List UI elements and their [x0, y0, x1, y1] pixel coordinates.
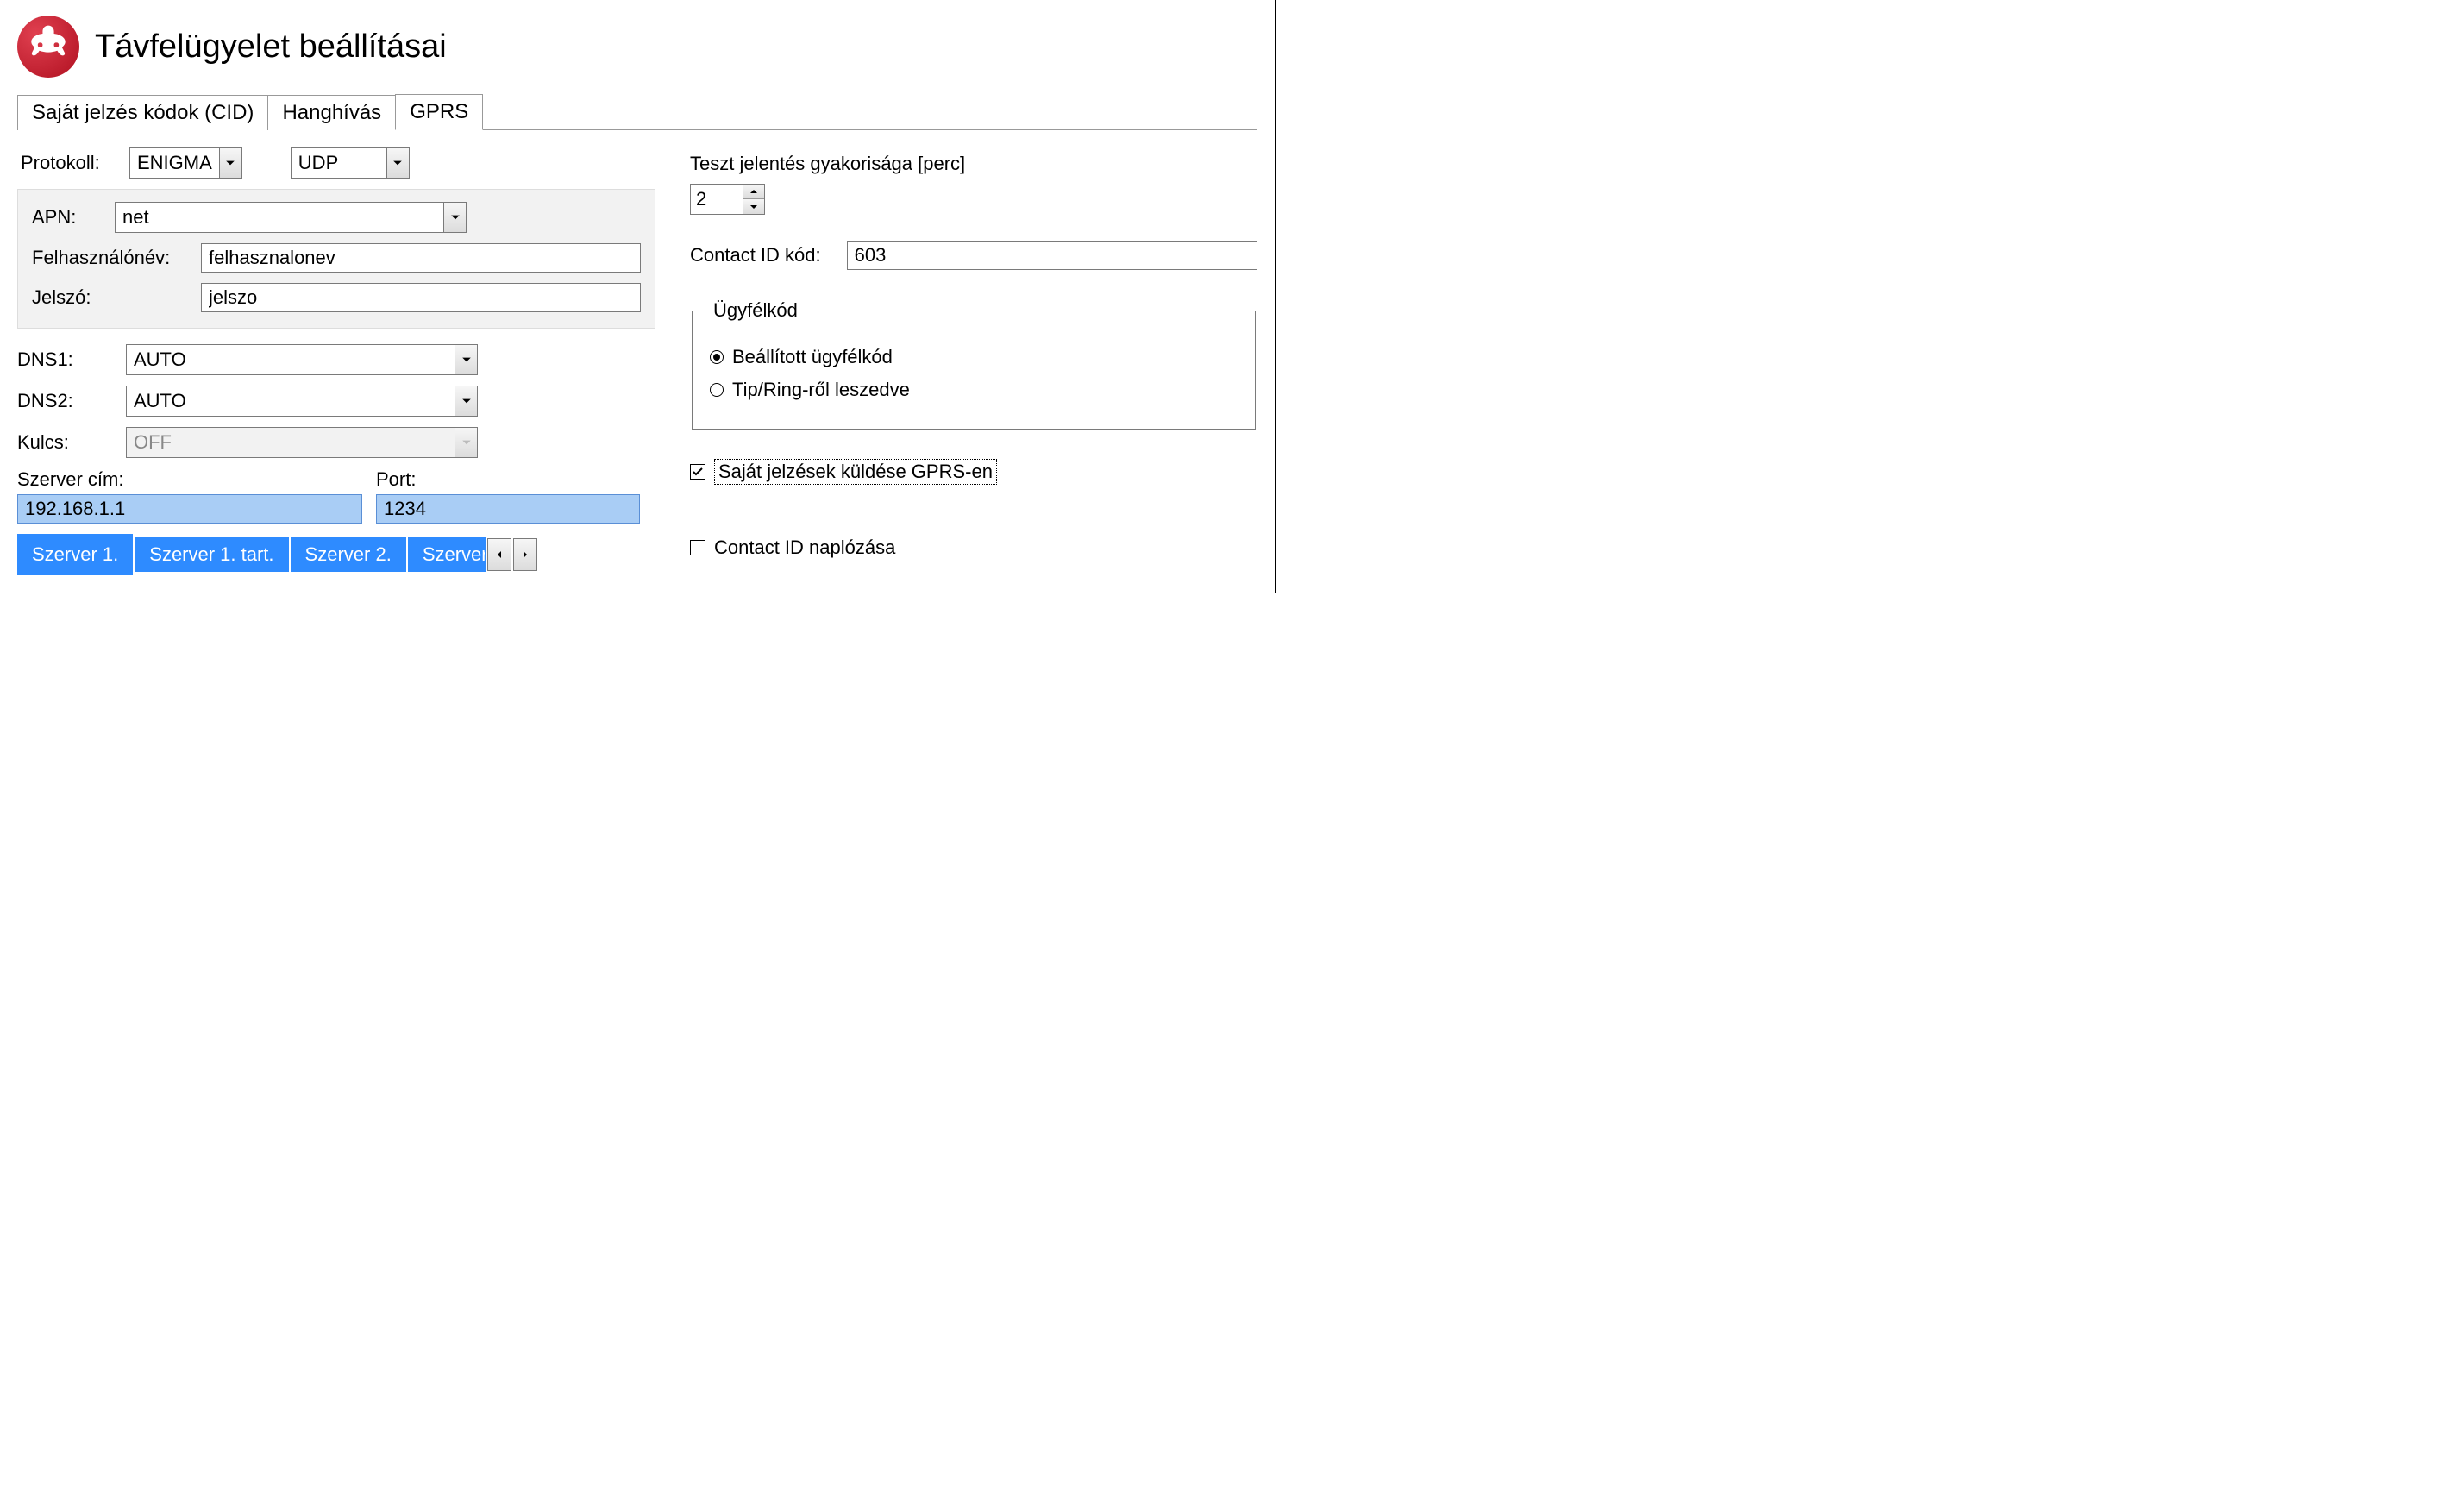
- protocol-select[interactable]: ENIGMA: [129, 147, 242, 179]
- subtab-server-1-tart[interactable]: Szerver 1. tart.: [135, 537, 288, 572]
- contact-id-code-input[interactable]: [847, 241, 1257, 270]
- checkbox-log-cid[interactable]: [690, 540, 705, 555]
- username-input[interactable]: [201, 243, 641, 273]
- dns2-value: AUTO: [127, 386, 455, 416]
- test-frequency-input[interactable]: [691, 185, 743, 214]
- test-frequency-spinner[interactable]: [690, 184, 765, 215]
- checkbox-send-gprs[interactable]: [690, 464, 705, 480]
- chevron-down-icon: [455, 345, 477, 374]
- check-icon: [692, 466, 704, 478]
- spinner-down-button[interactable]: [743, 199, 764, 214]
- subtab-server-2-tart[interactable]: Szerver: [408, 537, 486, 572]
- radio-set-client-code-label: Beállított ügyfélkód: [732, 346, 893, 368]
- dns1-value: AUTO: [127, 345, 455, 374]
- password-input[interactable]: [201, 283, 641, 312]
- tab-strip: Saját jelzés kódok (CID) Hanghívás GPRS: [17, 93, 1257, 130]
- radio-set-client-code[interactable]: [710, 350, 724, 364]
- scroll-right-button[interactable]: [513, 538, 537, 571]
- spinner-up-button[interactable]: [743, 185, 764, 199]
- server-subtabs: Szerver 1. Szerver 1. tart. Szerver 2. S…: [17, 534, 655, 575]
- page-title: Távfelügyelet beállításai: [95, 28, 447, 66]
- protocol-label: Protokoll:: [21, 152, 116, 174]
- radio-tip-ring-label: Tip/Ring-ről leszedve: [732, 379, 910, 401]
- client-code-group: Ügyfélkód Beállított ügyfélkód Tip/Ring-…: [692, 299, 1256, 430]
- apn-label: APN:: [32, 206, 101, 229]
- server-address-input[interactable]: [17, 494, 362, 524]
- checkbox-log-cid-label: Contact ID naplózása: [714, 537, 895, 559]
- chevron-down-icon: [443, 203, 466, 232]
- transport-select[interactable]: UDP: [291, 147, 410, 179]
- apn-select[interactable]: net: [115, 202, 467, 233]
- tab-gprs[interactable]: GPRS: [395, 94, 483, 130]
- dns1-select[interactable]: AUTO: [126, 344, 478, 375]
- password-label: Jelszó:: [32, 286, 187, 309]
- key-label: Kulcs:: [17, 431, 112, 454]
- username-label: Felhasználónév:: [32, 247, 187, 269]
- dns2-label: DNS2:: [17, 390, 112, 412]
- chevron-down-icon: [455, 386, 477, 416]
- key-select: OFF: [126, 427, 478, 458]
- test-frequency-label: Teszt jelentés gyakorisága [perc]: [690, 153, 1257, 175]
- tab-hanghivas[interactable]: Hanghívás: [267, 95, 396, 130]
- tab-cid[interactable]: Saját jelzés kódok (CID): [17, 95, 268, 130]
- transport-value: UDP: [292, 148, 386, 178]
- chevron-down-icon: [219, 148, 241, 178]
- app-icon: [17, 16, 79, 78]
- dns1-label: DNS1:: [17, 348, 112, 371]
- scroll-left-button[interactable]: [487, 538, 511, 571]
- client-code-legend: Ügyfélkód: [710, 299, 801, 322]
- apn-group: APN: net Felhasználónév: Jelszó:: [17, 189, 655, 329]
- port-input[interactable]: [376, 494, 640, 524]
- apn-value: net: [116, 203, 443, 232]
- chevron-down-icon: [386, 148, 409, 178]
- key-value: OFF: [127, 428, 455, 457]
- chevron-down-icon: [455, 428, 477, 457]
- radio-tip-ring[interactable]: [710, 383, 724, 397]
- subtab-server-2[interactable]: Szerver 2.: [291, 537, 406, 572]
- server-address-label: Szerver cím:: [17, 468, 362, 491]
- protocol-value: ENIGMA: [130, 148, 219, 178]
- dns2-select[interactable]: AUTO: [126, 386, 478, 417]
- port-label: Port:: [376, 468, 416, 491]
- contact-id-code-label: Contact ID kód:: [690, 244, 821, 267]
- checkbox-send-gprs-label: Saját jelzések küldése GPRS-en: [714, 459, 997, 485]
- subtab-server-1[interactable]: Szerver 1.: [17, 534, 133, 575]
